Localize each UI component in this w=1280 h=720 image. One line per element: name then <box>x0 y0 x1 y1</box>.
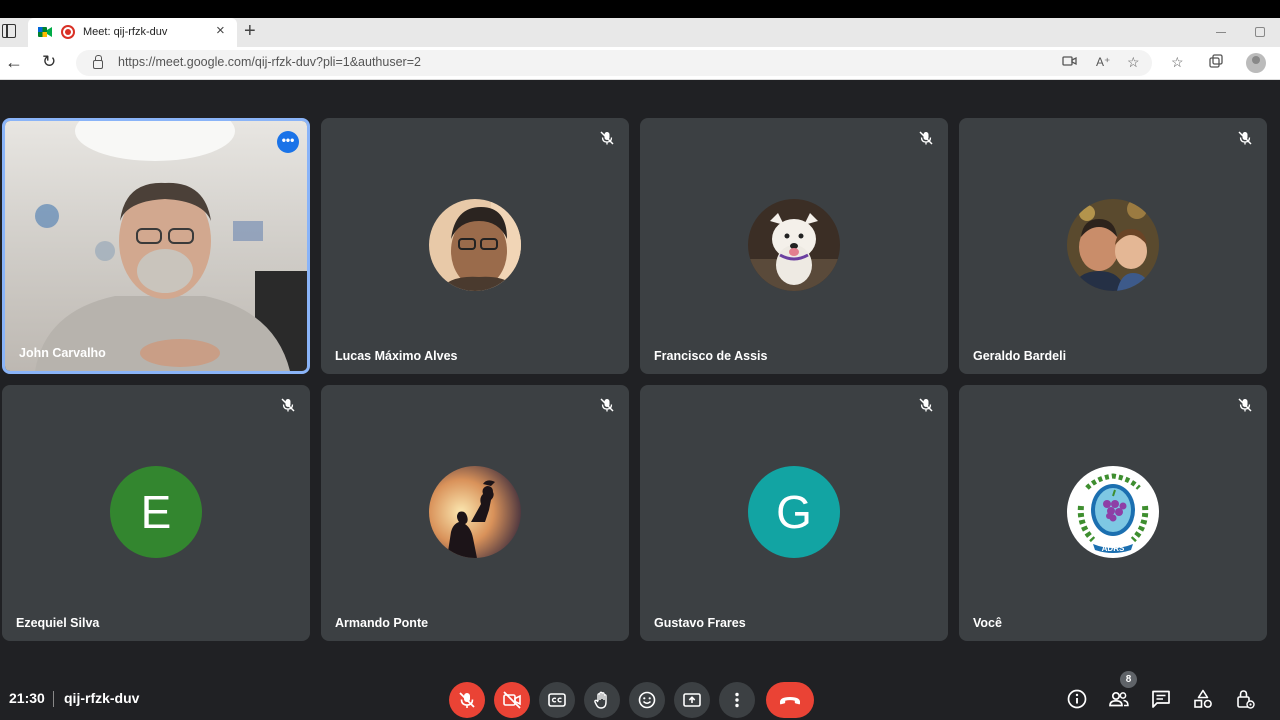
back-arrow-icon[interactable]: ← <box>5 53 23 71</box>
host-controls-icon[interactable] <box>1234 688 1256 710</box>
meeting-info-icon[interactable] <box>1066 688 1088 710</box>
raise-hand-button[interactable] <box>584 682 620 718</box>
participant-tile[interactable]: E Ezequiel Silva <box>2 385 310 641</box>
mic-off-icon <box>281 398 295 412</box>
screen-top-border <box>0 0 1280 18</box>
lock-icon[interactable] <box>93 55 103 69</box>
camera-permission-icon[interactable] <box>1062 54 1077 68</box>
more-vert-icon <box>735 692 739 708</box>
participant-name: John Carvalho <box>19 346 106 360</box>
participant-name: Geraldo Bardeli <box>973 349 1067 363</box>
participant-avatar <box>429 466 521 558</box>
divider <box>53 691 54 707</box>
leave-call-button[interactable] <box>766 682 814 718</box>
participant-video <box>5 121 307 371</box>
mic-off-icon <box>919 398 933 412</box>
url-input[interactable]: https://meet.google.com/qij-rfzk-duv?pli… <box>76 50 1152 76</box>
present-screen-icon <box>683 693 701 707</box>
participant-name: Francisco de Assis <box>654 349 768 363</box>
closed-captions-icon <box>548 693 566 707</box>
people-icon[interactable] <box>1108 688 1130 710</box>
participant-avatar <box>748 199 840 291</box>
participant-photo <box>1067 199 1159 291</box>
participant-name: Gustavo Frares <box>654 616 746 630</box>
participant-avatar: ADRS <box>1067 466 1159 558</box>
emoji-icon <box>638 691 656 709</box>
avatar-letter: G <box>776 486 812 538</box>
participant-name: Ezequiel Silva <box>16 616 100 630</box>
tab-title: Meet: qij-rfzk-duv <box>83 26 168 38</box>
reload-icon[interactable]: ↻ <box>42 52 56 72</box>
browser-address-bar: ← ↻ https://meet.google.com/qij-rfzk-duv… <box>0 47 1280 80</box>
participant-count-badge: 8 <box>1120 671 1137 688</box>
mic-off-icon <box>600 131 614 145</box>
participant-tile[interactable]: ••• John Carvalho <box>2 118 310 374</box>
participant-photo <box>748 199 840 291</box>
maximize-window-button[interactable] <box>1255 27 1265 37</box>
mic-off-icon <box>600 398 614 412</box>
more-options-button[interactable] <box>719 682 755 718</box>
participant-tile[interactable]: Geraldo Bardeli <box>959 118 1267 374</box>
video-frame <box>35 121 307 371</box>
reactions-button[interactable] <box>629 682 665 718</box>
participant-avatar <box>429 199 521 291</box>
browser-tab-strip: Meet: qij-rfzk-duv × + <box>0 18 1280 47</box>
logo-text: ADRS <box>1102 544 1125 553</box>
add-favorite-icon[interactable]: ☆ <box>1127 54 1140 70</box>
participant-avatar: E <box>110 466 202 558</box>
recording-icon <box>61 25 75 39</box>
present-screen-button[interactable] <box>674 682 710 718</box>
more-options-icon[interactable]: ••• <box>277 131 299 153</box>
captions-button[interactable] <box>539 682 575 718</box>
google-meet-icon <box>38 27 52 37</box>
activities-icon[interactable] <box>1192 688 1214 710</box>
participant-name: Armando Ponte <box>335 616 429 630</box>
participant-tile[interactable]: Francisco de Assis <box>640 118 948 374</box>
participant-tile[interactable]: Lucas Máximo Alves <box>321 118 629 374</box>
participant-avatar: G <box>748 466 840 558</box>
mic-off-icon <box>459 692 475 708</box>
participant-name: Você <box>973 616 1002 630</box>
participant-tile[interactable]: G Gustavo Frares <box>640 385 948 641</box>
tab-actions-icon[interactable] <box>2 24 16 38</box>
hang-up-icon <box>780 697 800 705</box>
read-aloud-icon[interactable]: A⁺ <box>1096 54 1110 70</box>
chat-icon[interactable] <box>1150 688 1172 710</box>
new-tab-button[interactable]: + <box>244 21 256 41</box>
collections-icon[interactable] <box>1209 54 1224 69</box>
toggle-microphone-button[interactable] <box>449 682 485 718</box>
minimize-window-button[interactable] <box>1216 32 1226 33</box>
url-text[interactable]: https://meet.google.com/qij-rfzk-duv?pli… <box>118 55 421 69</box>
adrs-logo-icon: ADRS <box>1069 468 1157 556</box>
meeting-code: qij-rfzk-duv <box>64 690 140 706</box>
tab-close-button[interactable]: × <box>216 23 225 39</box>
camera-off-icon <box>503 691 521 709</box>
mic-off-icon <box>919 131 933 145</box>
mic-off-icon <box>1238 398 1252 412</box>
participant-tile[interactable]: ADRS Você <box>959 385 1267 641</box>
profile-avatar[interactable] <box>1246 53 1266 73</box>
meeting-clock: 21:30 <box>9 690 45 706</box>
toggle-camera-button[interactable] <box>494 682 530 718</box>
browser-tab-meet[interactable]: Meet: qij-rfzk-duv × <box>28 18 237 47</box>
mic-off-icon <box>1238 131 1252 145</box>
participant-name: Lucas Máximo Alves <box>335 349 458 363</box>
participant-grid: ••• John Carvalho Lucas Máximo Alves Fra… <box>0 80 1280 660</box>
participant-photo <box>429 199 521 291</box>
hand-icon <box>594 691 607 709</box>
participant-photo <box>429 466 521 558</box>
participant-tile[interactable]: Armando Ponte <box>321 385 629 641</box>
favorites-icon[interactable]: ☆ <box>1171 54 1184 70</box>
meeting-controls-bar: 21:30 qij-rfzk-duv 8 <box>0 660 1280 720</box>
participant-avatar <box>1067 199 1159 291</box>
avatar-letter: E <box>140 486 172 538</box>
